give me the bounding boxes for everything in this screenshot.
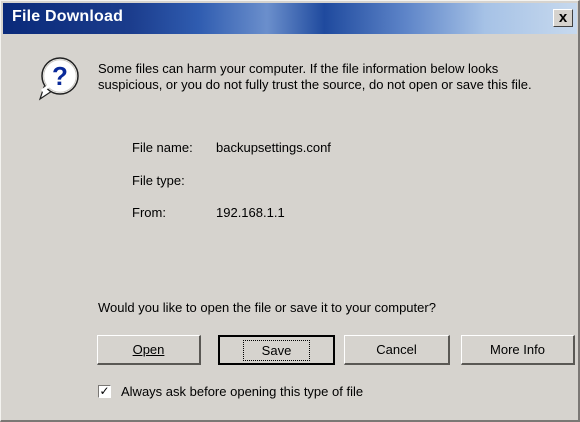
file-type-label: File type: (132, 173, 185, 188)
file-download-dialog: File Download x ? Some files can harm yo… (0, 0, 580, 422)
file-name-label: File name: (132, 140, 193, 155)
more-info-button[interactable]: More Info (461, 335, 575, 365)
svg-text:?: ? (52, 61, 68, 91)
question-icon: ? (38, 57, 79, 101)
file-name-value: backupsettings.conf (216, 140, 331, 155)
cancel-button-label: Cancel (376, 342, 417, 357)
open-or-save-prompt: Would you like to open the file or save … (98, 300, 436, 315)
cancel-button[interactable]: Cancel (344, 335, 450, 365)
close-button[interactable]: x (553, 9, 573, 27)
open-button-label: Open (132, 342, 165, 357)
open-button[interactable]: Open (97, 335, 201, 365)
checkmark-icon: ✓ (99, 384, 110, 398)
warning-message: Some files can harm your computer. If th… (98, 61, 532, 92)
title-bar[interactable]: File Download x (3, 3, 577, 34)
from-value: 192.168.1.1 (216, 205, 285, 220)
save-button-focus: Save (242, 339, 311, 361)
more-info-button-label: More Info (490, 342, 545, 357)
from-label: From: (132, 205, 166, 220)
save-button[interactable]: Save (218, 335, 335, 365)
save-button-label: Save (261, 342, 292, 358)
always-ask-checkbox[interactable]: ✓ (98, 385, 111, 398)
dialog-title: File Download (12, 8, 124, 25)
always-ask-label[interactable]: Always ask before opening this type of f… (121, 384, 363, 399)
